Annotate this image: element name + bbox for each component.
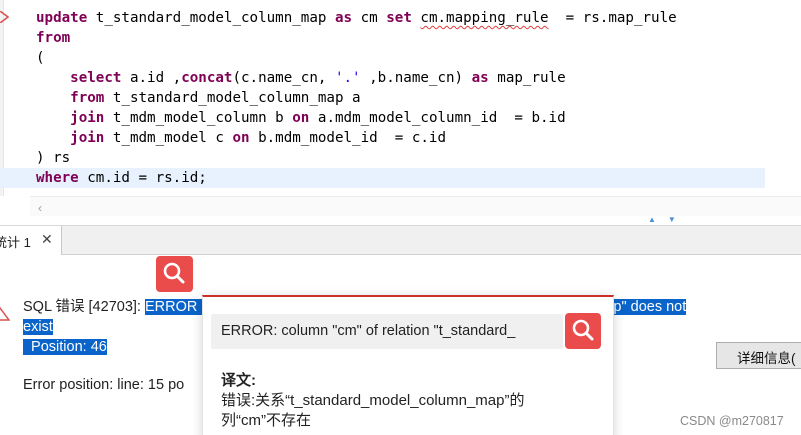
error-selected-line-3: Position: 46	[23, 339, 107, 355]
sql-keyword: as	[334, 10, 353, 26]
sql-editor[interactable]: update t_standard_model_column_map as cm…	[0, 0, 801, 196]
error-position: Error position: line: 15 po	[23, 377, 185, 393]
sql-token: t_standard_model_column_map	[87, 10, 335, 26]
tab-label: 统计 1	[0, 235, 31, 250]
code-line[interactable]: select a.id ,concat(c.name_cn, '.' ,b.na…	[36, 68, 765, 88]
sql-token: (c.name_cn,	[232, 70, 335, 86]
sql-keyword: from	[36, 30, 71, 46]
panel-collapse-arrows-icon[interactable]: ▲▼	[648, 215, 688, 224]
sql-keyword: concat	[181, 70, 233, 86]
code-line[interactable]: where cm.id = rs.id;	[0, 168, 765, 188]
sql-token: map_rule	[488, 70, 566, 86]
error-triangle-icon	[0, 306, 10, 321]
translation-source-input[interactable]: ERROR: column "cm" of relation "t_standa…	[211, 314, 563, 349]
sql-token: ,b.name_cn)	[360, 70, 472, 86]
sql-token: t_mdm_model c	[104, 130, 233, 146]
sql-string: '.'	[334, 70, 361, 86]
translation-line-1: 错误:关系“t_standard_model_column_map”的	[221, 392, 525, 409]
scroll-left-icon[interactable]: ‹	[38, 201, 42, 215]
sql-token: t_standard_model_column_map a	[104, 90, 361, 106]
code-line[interactable]: ) rs	[36, 148, 765, 168]
watermark: CSDN @m270817	[680, 414, 784, 428]
floating-translate-button[interactable]	[156, 256, 193, 292]
sql-token: ) rs	[36, 150, 71, 166]
sql-keyword: set	[386, 10, 412, 26]
sql-keyword: join	[70, 130, 105, 146]
code-line[interactable]: (	[36, 48, 765, 68]
sql-code[interactable]: update t_standard_model_column_map as cm…	[0, 8, 765, 188]
translation-title: 译文:	[221, 372, 256, 389]
sql-keyword: update	[36, 10, 88, 26]
sql-keyword: from	[70, 90, 105, 106]
sql-token: (	[36, 50, 45, 66]
code-line[interactable]: join t_mdm_model c on b.mdm_model_id = c…	[36, 128, 765, 148]
sql-token: cm.mapping_rule	[420, 10, 549, 26]
translation-line-2: 列“cm”不存在	[221, 412, 311, 429]
error-marker-icon	[0, 11, 9, 23]
sql-token: b.mdm_model_id = c.id	[249, 130, 447, 146]
sql-token: cm	[352, 10, 387, 26]
sql-token: cm.id = rs.id;	[78, 170, 207, 186]
translate-search-button[interactable]	[565, 313, 601, 349]
sql-token: a.mdm_model_column_id = b.id	[309, 110, 566, 126]
sql-keyword: as	[471, 70, 489, 86]
code-line[interactable]: update t_standard_model_column_map as cm…	[36, 8, 765, 28]
sql-token: t_mdm_model_column b	[104, 110, 293, 126]
sql-token: a.id ,	[121, 70, 182, 86]
error-selected-text-start: ERROR	[144, 299, 198, 315]
code-line[interactable]: from t_standard_model_column_map a	[36, 88, 765, 108]
details-button[interactable]: 详细信息(	[716, 342, 801, 369]
editor-horizontal-scrollbar[interactable]: ‹	[30, 196, 801, 216]
sql-token: = rs.map_rule	[548, 10, 677, 26]
sql-keyword: join	[70, 110, 105, 126]
sql-keyword: where	[36, 170, 79, 186]
error-prefix: SQL 错误 [42703]:	[23, 299, 145, 315]
sql-keyword: select	[70, 70, 122, 86]
translation-popup: ERROR: column "cm" of relation "t_standa…	[202, 295, 614, 435]
results-tab-strip: 统计 1 ✕	[0, 225, 801, 256]
magnifier-icon	[572, 319, 594, 341]
magnifier-icon	[163, 262, 185, 284]
code-line[interactable]: from	[36, 28, 765, 48]
editor-gutter	[0, 0, 4, 196]
tab-statistics-1[interactable]: 统计 1 ✕	[0, 226, 62, 256]
code-line[interactable]: join t_mdm_model_column b on a.mdm_model…	[36, 108, 765, 128]
error-selected-line-2: exist	[23, 319, 53, 335]
translation-result: 错误:关系“t_standard_model_column_map”的 列“cm…	[221, 391, 581, 431]
close-icon[interactable]: ✕	[41, 231, 53, 248]
sql-keyword: on	[292, 110, 310, 126]
sql-keyword: on	[232, 130, 250, 146]
